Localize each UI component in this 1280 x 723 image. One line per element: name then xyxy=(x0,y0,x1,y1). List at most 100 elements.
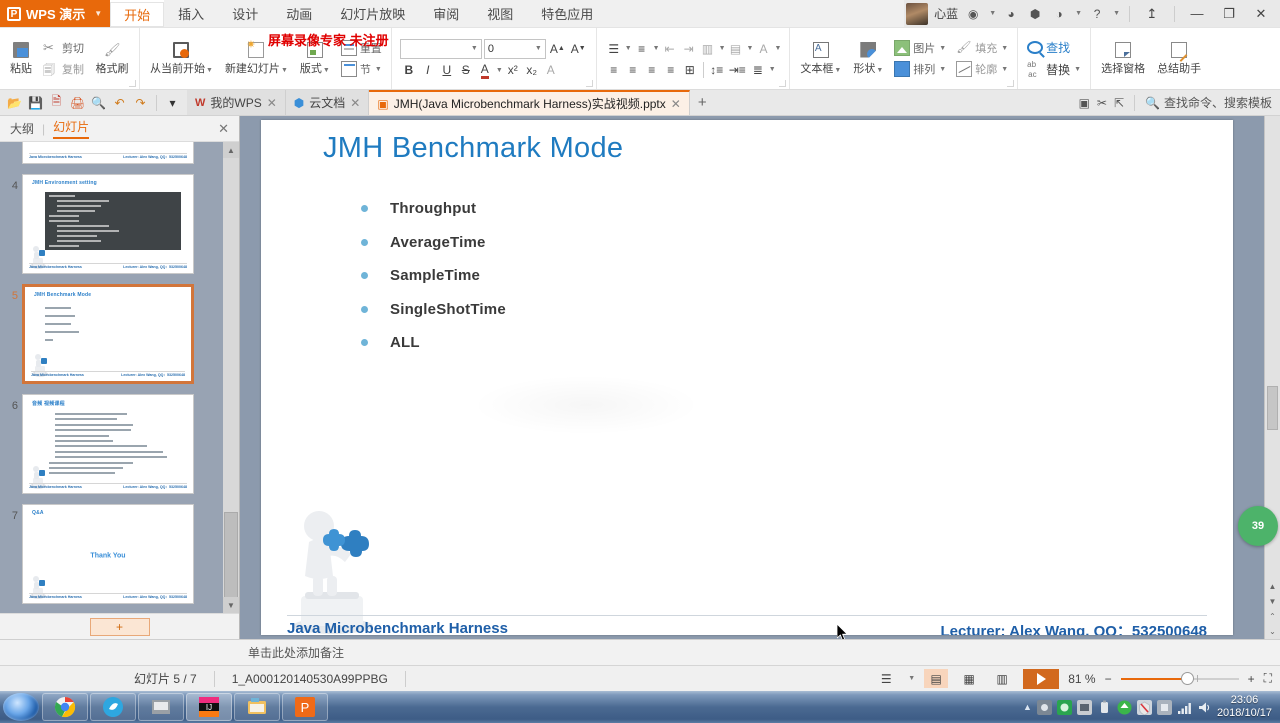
increase-indent-button[interactable]: ⇥ xyxy=(680,39,698,58)
bullet-item[interactable]: ALL xyxy=(361,326,506,360)
fit-to-window-button[interactable]: ⛶ xyxy=(1264,671,1272,686)
font-color-button[interactable]: A xyxy=(476,61,494,80)
slide-sorter-button[interactable]: ▦ xyxy=(957,669,981,688)
thumbnail-row-partial[interactable]: Java Microbenchmark Harness Lecturer: Al… xyxy=(0,142,219,164)
tray-icon-usb[interactable] xyxy=(1097,700,1112,715)
align-left-button[interactable]: ≡ xyxy=(605,60,623,79)
chevron-down-icon[interactable]: ▼ xyxy=(1001,45,1008,52)
thumbnail-row[interactable]: 4 JMH Environment setting Java Microbenc… xyxy=(0,174,219,274)
vertical-scrollbar[interactable]: ▲ ▼ ⌃ ⌄ xyxy=(1264,116,1280,639)
customize-quick-access-icon[interactable]: ▾ xyxy=(164,94,181,111)
shapes-button[interactable]: 形状▼ xyxy=(847,30,889,87)
taskbar-item-file-manager[interactable] xyxy=(234,693,280,721)
chevron-down-icon[interactable]: ▼ xyxy=(939,45,946,52)
scroll-up-icon[interactable]: ▲ xyxy=(223,142,239,158)
underline-button[interactable]: U xyxy=(438,61,456,80)
thumbnail-row[interactable]: 7 Q&A Thank You Java Microbenchmark Harn… xyxy=(0,504,219,604)
replace-button[interactable]: 替换 ▼ xyxy=(1024,60,1084,79)
share-button[interactable]: ↥ xyxy=(1139,1,1165,27)
slide-thumbnail-7[interactable]: Q&A Thank You Java Microbenchmark Harnes xyxy=(22,504,194,604)
chevron-down-icon[interactable]: ▼ xyxy=(834,67,841,74)
taskbar-item-chrome[interactable] xyxy=(42,693,88,721)
taskbar-item-intellij-idea[interactable]: IJ xyxy=(186,693,232,721)
distribute-button[interactable]: ⊞ xyxy=(681,60,699,79)
next-slide-icon[interactable]: ⌄ xyxy=(1265,624,1280,639)
clipboard-dialog-launcher[interactable] xyxy=(129,80,136,87)
outline-button[interactable]: 轮廓 ▼ xyxy=(953,60,1011,78)
cut-tool-icon[interactable]: ✂ xyxy=(1097,96,1107,110)
decrease-indent-button[interactable]: ⇤ xyxy=(661,39,679,58)
volume-icon[interactable] xyxy=(1197,700,1212,715)
close-icon[interactable]: ✕ xyxy=(671,97,681,111)
reading-view-button[interactable]: ▥ xyxy=(990,669,1014,688)
chevron-down-icon[interactable]: ▼ xyxy=(719,45,726,52)
paragraph-dialog-launcher[interactable] xyxy=(779,80,787,87)
slide-bullet-list[interactable]: Throughput AverageTime SampleTime Single… xyxy=(361,192,506,360)
column-button[interactable]: ▥ xyxy=(699,39,717,58)
superscript-button[interactable]: x² xyxy=(504,61,522,80)
strikethrough-button[interactable]: S xyxy=(457,61,475,80)
undo-icon[interactable]: ↶ xyxy=(111,94,128,111)
slide-editing-area[interactable]: JMH Benchmark Mode Throughput AverageTim… xyxy=(240,116,1280,639)
menu-item-insert[interactable]: 插入 xyxy=(164,0,218,27)
chevron-down-icon[interactable]: ▼ xyxy=(94,9,102,18)
chevron-down-icon[interactable]: ▼ xyxy=(535,45,542,52)
chevron-down-icon[interactable]: ▼ xyxy=(375,66,382,73)
tab-my-wps[interactable]: W 我的WPS ✕ xyxy=(187,90,286,115)
justify-button[interactable]: ≡ xyxy=(662,60,680,79)
normal-view-button[interactable]: ▤ xyxy=(924,669,949,688)
tab-outline[interactable]: 大纲 xyxy=(10,120,34,137)
chevron-down-icon[interactable]: ▼ xyxy=(1074,66,1081,73)
chevron-down-icon[interactable]: ▼ xyxy=(939,66,946,73)
slide-title[interactable]: JMH Benchmark Mode xyxy=(323,132,623,165)
scroll-down-icon[interactable]: ▼ xyxy=(1265,594,1280,609)
summary-helper-button[interactable]: 总结助手 xyxy=(1151,30,1207,87)
menu-item-start[interactable]: 开始 xyxy=(110,0,165,27)
bold-button[interactable]: B xyxy=(400,61,418,80)
network-icon[interactable] xyxy=(1177,700,1192,715)
thumbnail-scrollbar[interactable]: ▲ ▼ xyxy=(223,142,239,613)
print-icon[interactable]: 🖨 xyxy=(69,94,86,111)
bullet-item[interactable]: AverageTime xyxy=(361,226,506,260)
close-pane-icon[interactable]: ✕ xyxy=(218,121,229,137)
play-slideshow-button[interactable] xyxy=(1023,668,1060,689)
chevron-down-icon[interactable]: ▼ xyxy=(653,45,660,52)
backup-icon[interactable]: ◑ xyxy=(1050,5,1068,23)
add-slide-button[interactable]: + xyxy=(89,617,150,636)
chevron-down-icon[interactable]: ▼ xyxy=(471,45,478,52)
decrease-font-size-button[interactable]: A ▼ xyxy=(569,39,588,58)
start-button[interactable] xyxy=(3,693,39,721)
current-slide[interactable]: JMH Benchmark Mode Throughput AverageTim… xyxy=(261,120,1233,635)
help-icon[interactable]: ? xyxy=(1088,5,1106,23)
increase-paragraph-indent-button[interactable]: ⇥≡ xyxy=(727,60,748,79)
taskbar-item-explorer[interactable] xyxy=(138,693,184,721)
new-tab-button[interactable]: + xyxy=(690,90,715,115)
slide-thumbnail-6[interactable]: 音频 视频课程 Java Microbenchmark Harness Lect… xyxy=(22,394,194,494)
bullet-item[interactable]: Throughput xyxy=(361,192,506,226)
tab-slides[interactable]: 幻灯片 xyxy=(53,118,90,139)
scroll-up-icon[interactable]: ▲ xyxy=(1265,579,1280,594)
font-dialog-launcher[interactable] xyxy=(585,80,593,87)
chevron-down-icon[interactable]: ▼ xyxy=(1113,10,1120,17)
thumbnail-row[interactable]: 5 JMH Benchmark Mode Java Microbenchmark… xyxy=(0,284,219,384)
minimize-button[interactable]: — xyxy=(1184,1,1210,27)
save-icon[interactable]: 💾 xyxy=(27,94,44,111)
thumbnail-list[interactable]: Java Microbenchmark Harness Lecturer: Al… xyxy=(0,142,239,613)
shield-icon[interactable]: ⬢ xyxy=(1026,5,1044,23)
command-search[interactable]: 🔍 查找命令、搜索模板 xyxy=(1145,94,1272,111)
slide-thumbnail-5-selected[interactable]: JMH Benchmark Mode Java Microbenchmark H… xyxy=(22,284,194,384)
chevron-down-icon[interactable]: ▼ xyxy=(496,67,503,74)
chevron-down-icon[interactable]: ▼ xyxy=(625,45,632,52)
select-pane-button[interactable]: 选择窗格 xyxy=(1095,30,1151,87)
taskbar-item-wps-presentation[interactable]: P xyxy=(282,693,328,721)
open-icon[interactable]: 📂 xyxy=(6,94,23,111)
app-logo[interactable]: P WPS 演示 ▼ xyxy=(0,0,111,27)
text-align-vertical-button[interactable]: A xyxy=(754,39,772,58)
close-button[interactable]: ✕ xyxy=(1248,1,1274,27)
numbered-list-button[interactable]: ≡ xyxy=(633,39,651,58)
bullet-item[interactable]: SampleTime xyxy=(361,259,506,293)
arrange-button[interactable]: 排列 ▼ xyxy=(891,60,949,78)
chevron-down-icon[interactable]: ▼ xyxy=(323,67,330,74)
textbox-button[interactable]: 文本框▼ xyxy=(794,30,847,87)
bullet-item[interactable]: SingleShotTime xyxy=(361,293,506,327)
